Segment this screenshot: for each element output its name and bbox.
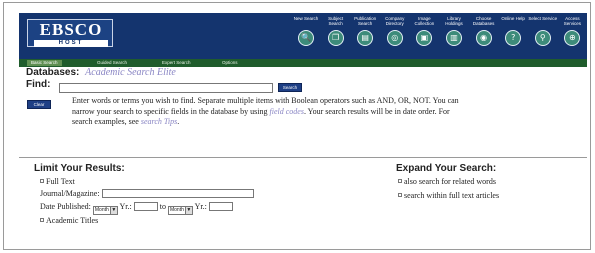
full-text-checkbox[interactable] [40,179,44,183]
databases-link[interactable]: Academic Search Elite [85,67,176,78]
toolbar-label: Choose Databases [472,16,495,26]
academic-titles-checkbox[interactable] [40,218,44,222]
tab-options[interactable]: Options [222,60,238,66]
logo-sub-text: HOST [34,40,108,47]
image-icon: ▣ [416,30,433,46]
databases-icon: ◉ [475,30,492,46]
toolbar-label: Publication Search [354,16,377,26]
journal-input[interactable] [101,189,254,198]
toolbar: New Search 🔍 Subject Search ❐ Publication Se… [291,15,587,57]
month-to-value: Month [169,207,184,213]
tab-expert-search[interactable]: Expert Search [162,60,191,66]
databases-row: Databases: Academic Search Elite [26,67,176,79]
date-published-label: Date Published: [40,202,91,211]
company-icon: ◎ [386,30,403,46]
toolbar-button-company[interactable]: Company Directory ◎ [380,15,410,57]
databases-label: Databases: [26,67,80,78]
help-text-end: . [177,117,180,126]
toolbar-label: Access Services [563,16,582,26]
library-icon: ▥ [446,30,462,46]
toolbar-button-service[interactable]: Select Service ⚲ [528,15,558,57]
toolbar-button-search[interactable]: New Search 🔍 [291,15,321,57]
toolbar-label: Image Collection [414,16,435,26]
toolbar-button-publication[interactable]: Publication Search ▤ [350,15,380,57]
find-input[interactable] [59,83,273,93]
find-label: Find: [26,79,51,90]
publication-icon: ▤ [357,30,374,46]
journal-label: Journal/Magazine: [40,189,100,198]
toolbar-button-library[interactable]: Library Holdings ▥ [439,15,469,57]
logo-main-text: EBSCO [39,20,103,39]
header-bar: EBSCO HOST New Search 🔍 Subject Search ❐ Pub… [19,13,587,59]
toolbar-button-access[interactable]: Access Services ⊕ [557,15,587,57]
journal-row: Journal/Magazine: [40,189,254,199]
service-icon: ⚲ [534,30,551,46]
month-to-select[interactable]: Month ▼ [167,206,193,215]
ebsco-logo[interactable]: EBSCO HOST [27,19,113,47]
year-to-input[interactable] [208,202,233,211]
full-text-label: Full Text [46,177,75,186]
toolbar-button-help[interactable]: Online Help? [498,15,528,57]
full-text-articles-label: search within full text articles [404,191,500,200]
access-icon: ⊕ [564,30,581,46]
to-label: to [159,202,166,211]
academic-titles-label: Academic Titles [46,216,99,225]
section-divider [19,157,587,158]
search-tips-link[interactable]: search Tips [141,117,177,126]
tab-basic-search[interactable]: Basic Search [27,60,62,66]
related-words-option: also search for related words [398,177,496,187]
full-text-option: Full Text [40,177,75,187]
month-from-value: Month [94,207,109,213]
full-text-articles-option: search within full text articles [398,191,499,201]
related-words-checkbox[interactable] [398,179,402,183]
chevron-down-icon: ▼ [184,207,192,214]
related-words-label: also search for related words [404,177,496,186]
search-help-text: Enter words or terms you wish to find. S… [72,96,466,128]
toolbar-label: Company Directory [385,16,405,26]
toolbar-button-image[interactable]: Image Collection ▣ [409,15,439,57]
year-from-label: Yr.: [119,202,132,211]
expand-search-title: Expand Your Search: [396,163,497,174]
academic-titles-option: Academic Titles [40,216,98,226]
search-icon: 🔍 [298,30,314,46]
chevron-down-icon: ▼ [109,207,117,214]
tab-guided-search[interactable]: Guided Search [97,60,127,66]
toolbar-label: Online Help [501,16,525,21]
limit-results-title: Limit Your Results: [34,163,125,174]
toolbar-label: Subject Search [328,16,344,26]
toolbar-label: Library Holdings [445,16,463,26]
search-page: EBSCO HOST New Search 🔍 Subject Search ❐ Pub… [3,2,591,250]
field-codes-link[interactable]: field codes [270,107,304,116]
clear-button[interactable]: Clear [27,100,51,109]
help-icon: ? [505,30,522,46]
toolbar-label: Select Service [528,16,558,21]
full-text-articles-checkbox[interactable] [398,193,402,197]
date-published-row: Date Published: Month ▼ Yr.: to Month ▼ Yr… [40,202,233,215]
year-to-label: Yr.: [194,202,207,211]
toolbar-button-subject[interactable]: Subject Search ❐ [321,15,351,57]
toolbar-label: New Search [293,16,319,21]
search-tabs: Basic Search Guided Search Expert Search Op… [19,59,587,67]
year-from-input[interactable] [133,202,158,211]
month-from-select[interactable]: Month ▼ [92,206,118,215]
search-button[interactable]: Search [278,83,302,92]
subject-icon: ❐ [327,30,344,46]
toolbar-button-databases[interactable]: Choose Databases ◉ [469,15,499,57]
